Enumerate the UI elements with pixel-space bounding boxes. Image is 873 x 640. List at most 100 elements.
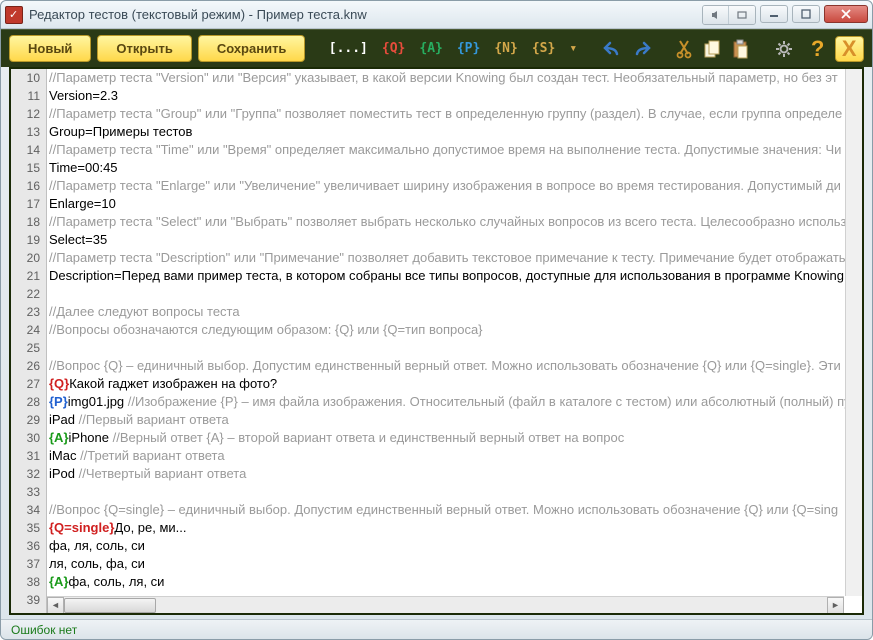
speaker-icon[interactable] bbox=[703, 6, 729, 24]
line-number: 27 bbox=[11, 375, 46, 393]
window: Редактор тестов (текстовый режим) - Прим… bbox=[0, 0, 873, 640]
line-number: 12 bbox=[11, 105, 46, 123]
code-line[interactable]: iPod //Четвертый вариант ответа bbox=[47, 465, 862, 483]
line-number: 33 bbox=[11, 483, 46, 501]
code-line[interactable] bbox=[47, 285, 862, 303]
exit-icon[interactable]: X bbox=[835, 36, 864, 62]
line-number: 15 bbox=[11, 159, 46, 177]
line-number: 13 bbox=[11, 123, 46, 141]
gutter: 1011121314151617181920212223242526272829… bbox=[11, 69, 47, 613]
titlebar: Редактор тестов (текстовый режим) - Прим… bbox=[1, 1, 872, 29]
code-line[interactable]: Description=Перед вами пример теста, в к… bbox=[47, 267, 862, 285]
line-number: 25 bbox=[11, 339, 46, 357]
paste-icon[interactable] bbox=[729, 37, 751, 61]
code-line[interactable] bbox=[47, 483, 862, 501]
maximize-button[interactable] bbox=[792, 5, 820, 23]
code-line[interactable]: //Далее следуют вопросы теста bbox=[47, 303, 862, 321]
code-line[interactable]: //Параметр теста "Version" или "Версия" … bbox=[47, 69, 862, 87]
settings-icon[interactable] bbox=[773, 37, 795, 61]
line-number: 19 bbox=[11, 231, 46, 249]
code-line[interactable] bbox=[47, 339, 862, 357]
save-button[interactable]: Сохранить bbox=[198, 35, 306, 62]
line-number: 26 bbox=[11, 357, 46, 375]
code-line[interactable]: {P}img01.jpg //Изображение {P} – имя фай… bbox=[47, 393, 862, 411]
line-number: 11 bbox=[11, 87, 46, 105]
line-number: 39 bbox=[11, 591, 46, 609]
scroll-track[interactable] bbox=[64, 597, 827, 614]
line-number: 24 bbox=[11, 321, 46, 339]
code-line[interactable]: iMac //Третий вариант ответа bbox=[47, 447, 862, 465]
vertical-scrollbar[interactable] bbox=[845, 69, 862, 596]
window-http-group bbox=[702, 5, 756, 25]
line-number: 30 bbox=[11, 429, 46, 447]
horizontal-scrollbar[interactable]: ◄ ► bbox=[47, 596, 844, 613]
code-line[interactable]: Version=2.3 bbox=[47, 87, 862, 105]
tag-a-button[interactable]: {A} bbox=[415, 38, 446, 59]
new-button[interactable]: Новый bbox=[9, 35, 91, 62]
code-line[interactable]: Enlarge=10 bbox=[47, 195, 862, 213]
statusbar: Ошибок нет bbox=[1, 619, 872, 639]
code-line[interactable]: //Вопросы обозначаются следующим образом… bbox=[47, 321, 862, 339]
line-number: 22 bbox=[11, 285, 46, 303]
scroll-left-button[interactable]: ◄ bbox=[47, 597, 64, 614]
code-line[interactable]: iPad //Первый вариант ответа bbox=[47, 411, 862, 429]
minimize-button[interactable] bbox=[760, 5, 788, 23]
code-line[interactable]: //Параметр теста "Enlarge" или "Увеличен… bbox=[47, 177, 862, 195]
window-title: Редактор тестов (текстовый режим) - Прим… bbox=[29, 7, 702, 22]
line-number: 31 bbox=[11, 447, 46, 465]
line-number: 34 bbox=[11, 501, 46, 519]
line-number: 38 bbox=[11, 573, 46, 591]
editor-frame: 1011121314151617181920212223242526272829… bbox=[9, 67, 864, 615]
line-number: 37 bbox=[11, 555, 46, 573]
redo-icon[interactable] bbox=[630, 37, 652, 61]
code-line[interactable]: //Вопрос {Q} – единичный выбор. Допустим… bbox=[47, 357, 862, 375]
status-text: Ошибок нет bbox=[11, 623, 77, 637]
tag-n-button[interactable]: {N} bbox=[490, 38, 521, 59]
line-number: 10 bbox=[11, 69, 46, 87]
code-line[interactable]: //Параметр теста "Group" или "Группа" по… bbox=[47, 105, 862, 123]
line-number: 32 bbox=[11, 465, 46, 483]
code-line[interactable]: Time=00:45 bbox=[47, 159, 862, 177]
window-controls bbox=[702, 5, 868, 25]
code-line[interactable]: //Параметр теста "Description" или "Прим… bbox=[47, 249, 862, 267]
tag-dropdown-icon[interactable]: ▾ bbox=[565, 38, 581, 59]
code-line[interactable]: ля, соль, фа, си bbox=[47, 555, 862, 573]
line-number: 40 bbox=[11, 609, 46, 613]
scroll-right-button[interactable]: ► bbox=[827, 597, 844, 614]
code-line[interactable]: {Q}Какой гаджет изображен на фото? bbox=[47, 375, 862, 393]
code-line[interactable]: Group=Примеры тестов bbox=[47, 123, 862, 141]
undo-icon[interactable] bbox=[602, 37, 624, 61]
line-number: 29 bbox=[11, 411, 46, 429]
code-line[interactable]: //Параметр теста "Time" или "Время" опре… bbox=[47, 141, 862, 159]
line-number: 28 bbox=[11, 393, 46, 411]
toolbar: Новый Открыть Сохранить [...] {Q} {A} {P… bbox=[1, 29, 872, 67]
open-button[interactable]: Открыть bbox=[97, 35, 191, 62]
line-number: 18 bbox=[11, 213, 46, 231]
code-line[interactable]: Select=35 bbox=[47, 231, 862, 249]
tag-ellipsis-button[interactable]: [...] bbox=[325, 38, 372, 59]
copy-icon[interactable] bbox=[701, 37, 723, 61]
scroll-thumb[interactable] bbox=[64, 598, 156, 613]
line-number: 21 bbox=[11, 267, 46, 285]
tag-q-button[interactable]: {Q} bbox=[378, 38, 409, 59]
code-line[interactable]: {Q=single}До, ре, ми... bbox=[47, 519, 862, 537]
editor[interactable]: 1011121314151617181920212223242526272829… bbox=[11, 69, 862, 613]
help-icon[interactable]: ? bbox=[807, 37, 829, 61]
line-number: 36 bbox=[11, 537, 46, 555]
line-number: 14 bbox=[11, 141, 46, 159]
code-line[interactable]: //Вопрос {Q=single} – единичный выбор. Д… bbox=[47, 501, 862, 519]
code-line[interactable]: фа, ля, соль, си bbox=[47, 537, 862, 555]
app-icon bbox=[5, 6, 23, 24]
close-button[interactable] bbox=[824, 5, 868, 23]
line-number: 17 bbox=[11, 195, 46, 213]
code-line[interactable]: {A}фа, соль, ля, си bbox=[47, 573, 862, 591]
code-line[interactable]: {A}iPhone //Верный ответ {A} – второй ва… bbox=[47, 429, 862, 447]
code-line[interactable]: //Параметр теста "Select" или "Выбрать" … bbox=[47, 213, 862, 231]
tag-p-button[interactable]: {P} bbox=[453, 38, 484, 59]
tag-s-button[interactable]: {S} bbox=[528, 38, 559, 59]
code-area[interactable]: //Параметр теста "Version" или "Версия" … bbox=[47, 69, 862, 613]
line-number: 16 bbox=[11, 177, 46, 195]
cut-icon[interactable] bbox=[673, 37, 695, 61]
line-number: 20 bbox=[11, 249, 46, 267]
dock-icon[interactable] bbox=[729, 6, 755, 24]
